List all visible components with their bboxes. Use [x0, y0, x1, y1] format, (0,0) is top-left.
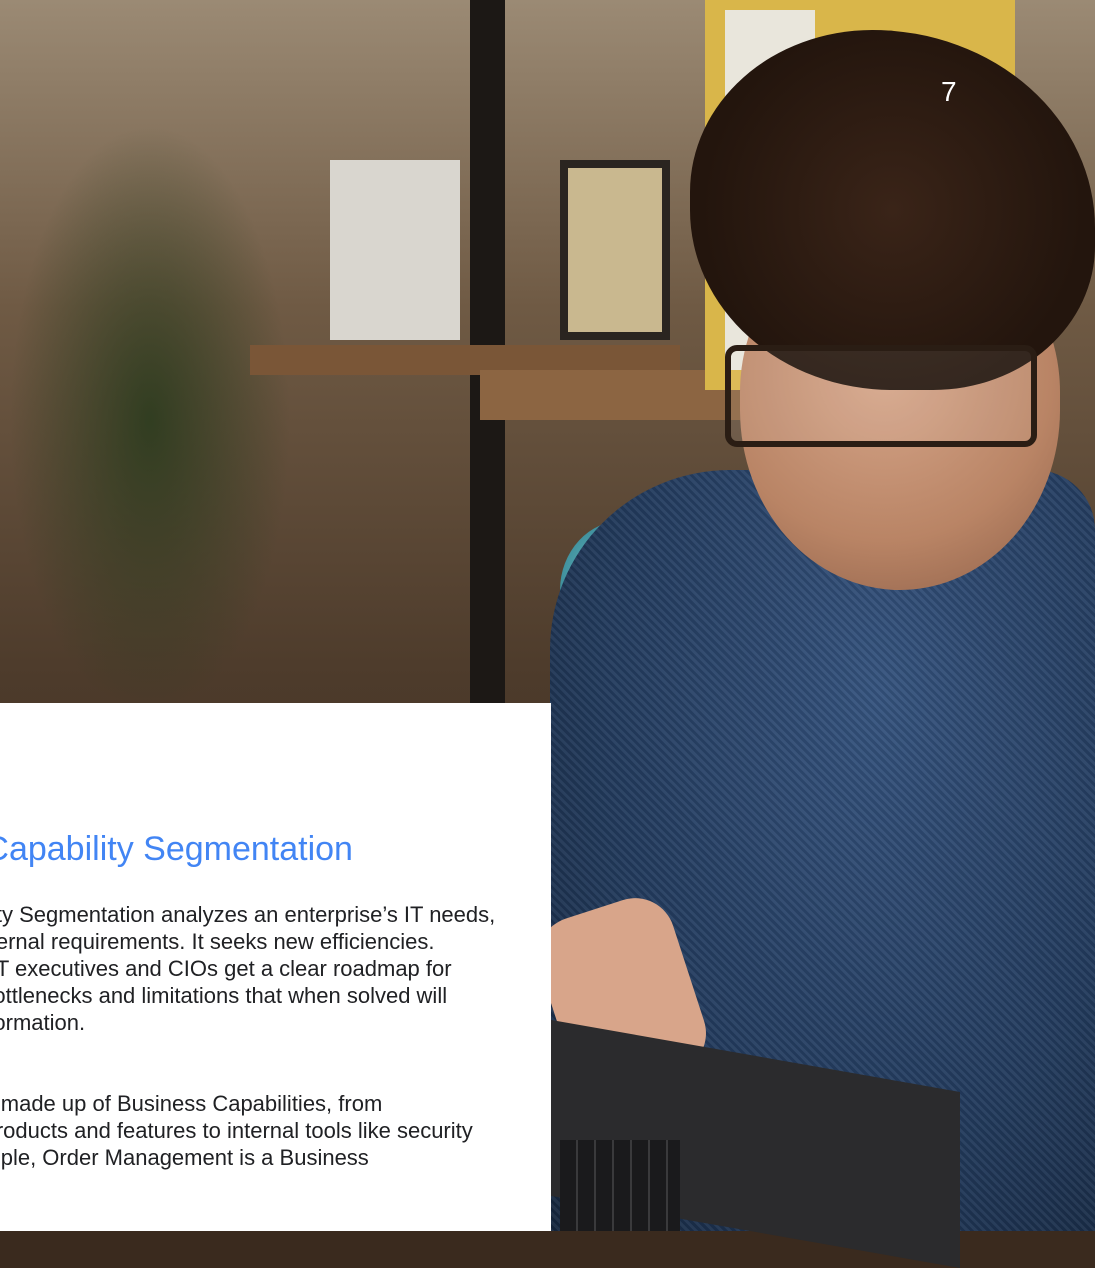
person-hair: [690, 30, 1095, 390]
book: [560, 160, 670, 340]
content-card: Business Capability Segmentation Busines…: [0, 703, 551, 1231]
paragraph-line: customer-facing products and features to…: [0, 1118, 473, 1143]
paragraph-line: Business Capability Segmentation analyze…: [0, 902, 496, 927]
paragraph-1: Business Capability Segmentation analyze…: [0, 901, 551, 1036]
paragraph-2: Organizations are made up of Business Ca…: [0, 1090, 551, 1171]
paragraph-line: resources, and internal requirements. It…: [0, 929, 435, 954]
paragraph-line: and HR. For example, Order Management is…: [0, 1145, 369, 1170]
laptop-keyboard: [560, 1140, 680, 1231]
paragraph-line: When done well, IT executives and CIOs g…: [0, 956, 452, 981]
shelf: [480, 370, 740, 420]
page-number: 7: [941, 76, 957, 107]
person-glasses: [725, 345, 1037, 447]
storage-box: [330, 160, 460, 340]
paragraph-line: drive digital transformation.: [0, 1010, 86, 1035]
paragraph-line: modernization—bottlenecks and limitation…: [0, 983, 448, 1008]
paragraph-line: Organizations are made up of Business Ca…: [0, 1091, 383, 1116]
section-heading: Business Capability Segmentation: [0, 830, 353, 868]
